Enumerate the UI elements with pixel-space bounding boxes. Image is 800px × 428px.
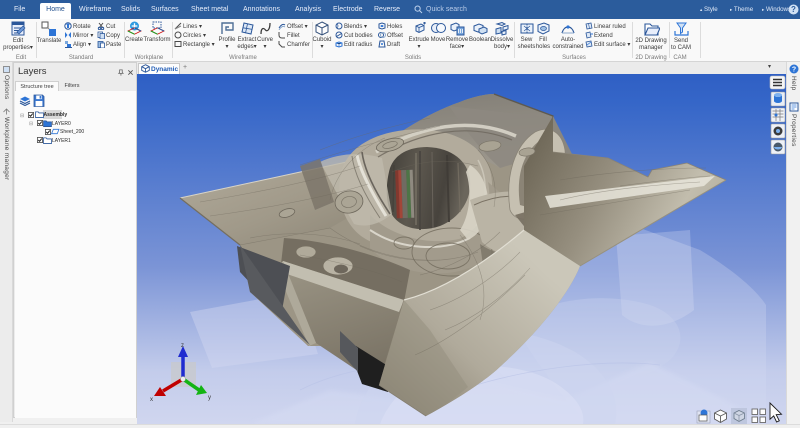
svg-text:y: y	[208, 395, 211, 401]
svg-text:z: z	[181, 343, 184, 349]
svg-text:x: x	[150, 397, 153, 403]
svg-text:?: ?	[792, 67, 796, 74]
svg-text:?: ?	[791, 5, 796, 14]
